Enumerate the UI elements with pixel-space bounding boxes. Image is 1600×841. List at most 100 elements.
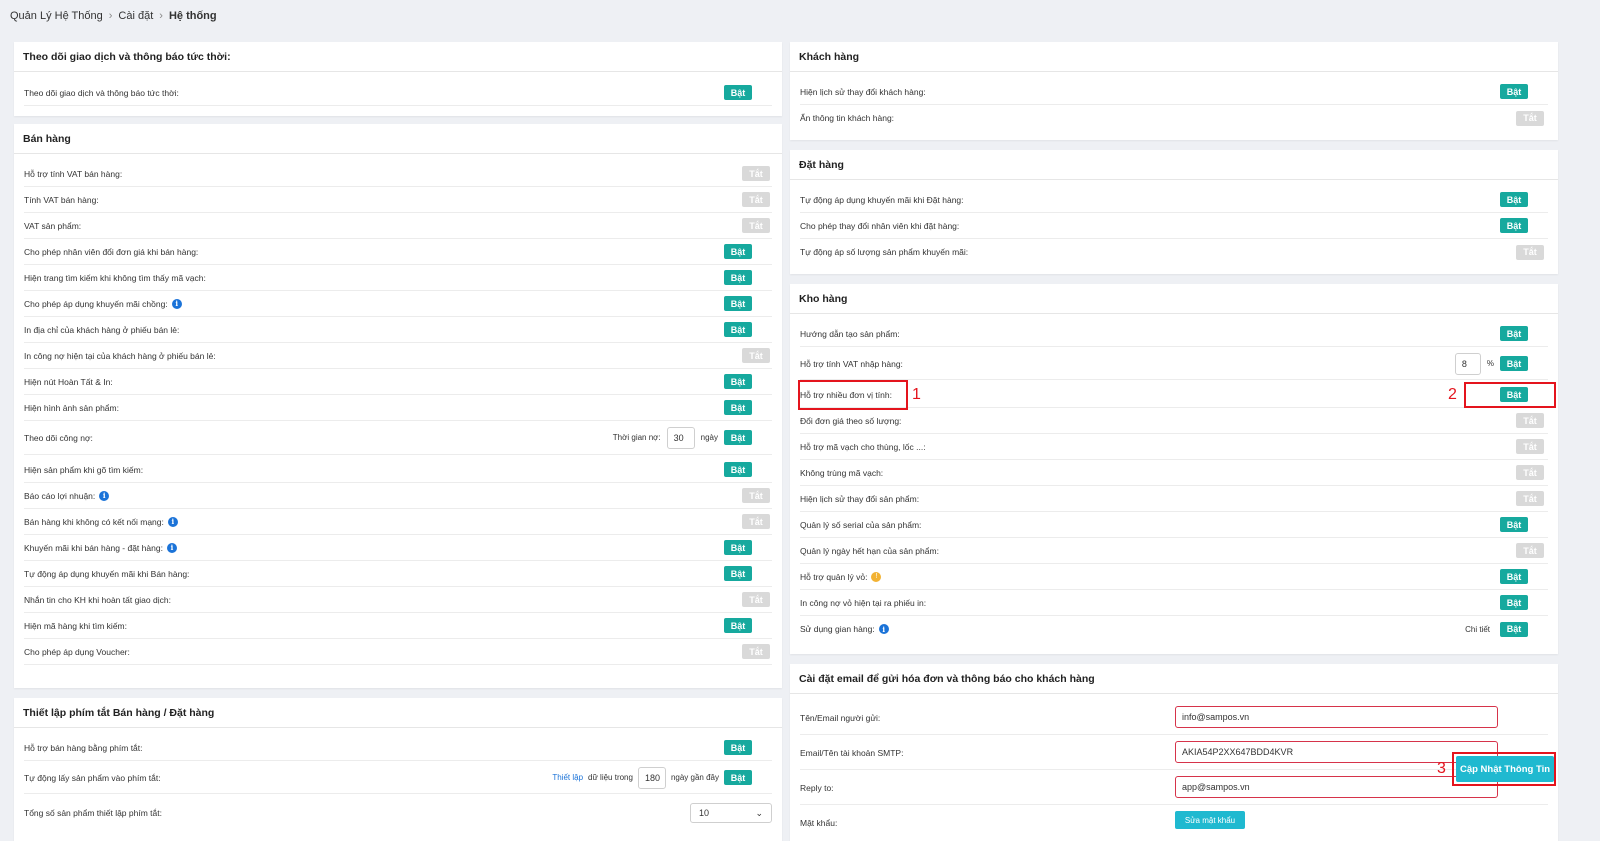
toggle-off[interactable]: Tắt: [1516, 110, 1544, 126]
total-shortcuts-select[interactable]: 10 ⌄: [690, 803, 772, 823]
setting-label: Cho phép thay đổi nhân viên khi đặt hàng…: [800, 220, 960, 231]
setting-row: In công nợ vỏ hiện tại ra phiếu in: Bật: [800, 590, 1548, 616]
breadcrumb-link-system[interactable]: Quản Lý Hệ Thống: [10, 10, 103, 22]
setting-label: Tự động lấy sản phẩm vào phím tắt:: [24, 772, 161, 783]
toggle-off[interactable]: Tắt: [742, 166, 770, 181]
toggle-off[interactable]: Tắt: [1516, 439, 1544, 454]
toggle-off[interactable]: Tắt: [1516, 413, 1544, 428]
toggle-on[interactable]: Bật: [724, 430, 752, 445]
toggle-on[interactable]: Bật: [724, 270, 752, 285]
setting-row: Bán hàng khi không có kết nối mạng: i Tắt: [24, 509, 772, 535]
toggle-off[interactable]: Tắt: [742, 488, 770, 503]
setting-label: Tự động áp số lượng sản phẩm khuyến mãi:: [800, 247, 969, 257]
toggle-on[interactable]: Bật: [724, 540, 752, 555]
toggle-on[interactable]: Bật: [1500, 595, 1528, 610]
toggle-off[interactable]: Tắt: [1516, 244, 1544, 260]
toggle-on[interactable]: Bật: [724, 400, 752, 415]
annotation-box-2: [1464, 382, 1556, 408]
setting-label: Cho phép nhân viên đổi đơn giá khi bán h…: [24, 246, 199, 257]
toggle-off[interactable]: Tắt: [1516, 465, 1544, 480]
setting-row: Hỗ trợ tính VAT nhập hàng: 8 % Bật: [800, 348, 1548, 380]
info-icon[interactable]: i: [167, 516, 178, 527]
setup-link[interactable]: Thiết lập: [552, 773, 583, 782]
detail-link[interactable]: Chi tiết: [1465, 625, 1490, 634]
setting-row: Theo dõi công nợ: Thời gian nợ: 30 ngày …: [24, 421, 772, 455]
toggle-on[interactable]: Bật: [1500, 326, 1528, 341]
chevron-right-icon: ›: [108, 10, 113, 22]
setting-label: Hỗ trợ tính VAT nhập hàng:: [800, 358, 903, 369]
setting-row: Cho phép nhân viên đổi đơn giá khi bán h…: [24, 239, 772, 265]
toggle-on[interactable]: Bật: [1500, 84, 1528, 99]
panel-title: Đặt hàng: [790, 150, 1558, 180]
annotation-box-3: [1452, 752, 1556, 786]
toggle-on[interactable]: Bật: [1500, 218, 1528, 233]
toggle-off[interactable]: Tắt: [742, 192, 770, 207]
smtp-account-input[interactable]: AKIA54P2XX647BDD4KVR: [1175, 741, 1498, 763]
toggle-off[interactable]: Tắt: [742, 644, 770, 659]
toggle-on[interactable]: Bật: [724, 770, 752, 785]
toggle-off[interactable]: Tắt: [1516, 491, 1544, 506]
setting-row: Khuyến mãi khi bán hàng - đặt hàng: i Bật: [24, 535, 772, 561]
breadcrumb-link-settings[interactable]: Cài đặt: [118, 10, 153, 22]
toggle-off[interactable]: Tắt: [742, 592, 770, 607]
toggle-on[interactable]: Bật: [724, 374, 752, 389]
reply-to-input[interactable]: app@sampos.vn: [1175, 776, 1498, 798]
setting-row: Tự động áp dụng khuyến mãi khi Đặt hàng:…: [800, 187, 1548, 213]
panel-title: Kho hàng: [790, 284, 1558, 314]
realtime-panel: Theo dõi giao dịch và thông báo tức thời…: [14, 42, 782, 116]
setting-label: Hỗ trợ mã vạch cho thùng, lốc ...:: [800, 441, 926, 452]
toggle-off[interactable]: Tắt: [742, 514, 770, 529]
setting-row: Tổng số sản phẩm thiết lập phím tắt: 10 …: [24, 798, 772, 828]
recent-days-label: ngày gần đây: [670, 773, 719, 782]
toggle-on[interactable]: Bật: [1500, 517, 1528, 532]
warehouse-panel: Kho hàng Hướng dẫn tạo sản phẩm: Bật Hỗ t…: [790, 284, 1558, 654]
password-label: Mật khẩu:: [800, 818, 838, 828]
shortcuts-panel: Thiết lập phím tắt Bán hàng / Đặt hàng H…: [14, 698, 782, 841]
toggle-on[interactable]: Bật: [724, 740, 752, 755]
toggle-on[interactable]: Bật: [724, 618, 752, 633]
toggle-off[interactable]: Tắt: [742, 218, 770, 233]
panel-title: Khách hàng: [790, 42, 1558, 72]
recent-days-input[interactable]: 180: [637, 766, 666, 789]
toggle-on[interactable]: Bật: [724, 244, 752, 259]
setting-row: In công nợ hiện tại của khách hàng ở phi…: [24, 343, 772, 369]
toggle-on[interactable]: Bật: [724, 85, 752, 100]
setting-row: Đổi đơn giá theo số lượng: Tắt: [800, 408, 1548, 434]
setting-label: Tổng số sản phẩm thiết lập phím tắt:: [24, 808, 162, 818]
setting-label: Ẩn thông tin khách hàng:: [800, 113, 895, 123]
setting-row: Theo dõi giao dịch và thông báo tức thời…: [24, 80, 772, 106]
sender-email-input[interactable]: info@sampos.vn: [1175, 706, 1498, 728]
setting-row: Hướng dẫn tạo sản phẩm: Bật: [800, 321, 1548, 347]
debt-days-input[interactable]: 30: [666, 426, 695, 449]
info-icon[interactable]: i: [878, 624, 889, 634]
setting-label: Đổi đơn giá theo số lượng:: [800, 415, 902, 426]
toggle-on[interactable]: Bật: [724, 566, 752, 581]
setting-row: Mật khẩu:: [800, 808, 1548, 838]
setting-row: Hỗ trợ mã vạch cho thùng, lốc ...: Tắt: [800, 434, 1548, 460]
setting-label: VAT sản phẩm:: [24, 220, 82, 231]
toggle-on[interactable]: Bật: [1500, 356, 1528, 371]
setting-label: Cho phép áp dụng khuyến mãi chồng:: [24, 298, 168, 309]
setting-label: Không trùng mã vạch:: [800, 467, 884, 478]
change-password-button[interactable]: Sửa mật khẩu: [1175, 811, 1245, 829]
setting-row: Quản lý ngày hết hạn của sản phẩm: Tắt: [800, 538, 1548, 564]
info-icon[interactable]: i: [166, 542, 177, 553]
toggle-on[interactable]: Bật: [724, 322, 752, 337]
toggle-on[interactable]: Bật: [1500, 621, 1528, 637]
info-icon[interactable]: i: [171, 298, 182, 309]
toggle-on[interactable]: Bật: [1500, 192, 1528, 207]
setting-row: Nhắn tin cho KH khi hoàn tất giao dịch: T…: [24, 587, 772, 613]
toggle-on[interactable]: Bật: [724, 296, 752, 311]
panel-title: Thiết lập phím tắt Bán hàng / Đặt hàng: [14, 698, 782, 728]
setting-label: Quản lý số serial của sản phẩm:: [800, 519, 922, 530]
import-vat-input[interactable]: 8: [1454, 352, 1481, 375]
toggle-off[interactable]: Tắt: [1516, 543, 1544, 558]
toggle-on[interactable]: Bật: [724, 462, 752, 477]
email-panel: Cài đặt email để gửi hóa đơn và thông bá…: [790, 664, 1558, 841]
warning-icon[interactable]: !: [871, 571, 882, 582]
toggle-on[interactable]: Bật: [1500, 569, 1528, 584]
toggle-off[interactable]: Tắt: [742, 348, 770, 363]
info-icon[interactable]: i: [99, 490, 110, 501]
setting-row: Tự động lấy sản phẩm vào phím tắt: Thiết…: [24, 762, 772, 794]
setting-label: Hiện trang tìm kiếm khi không tìm thấy m…: [24, 272, 206, 283]
